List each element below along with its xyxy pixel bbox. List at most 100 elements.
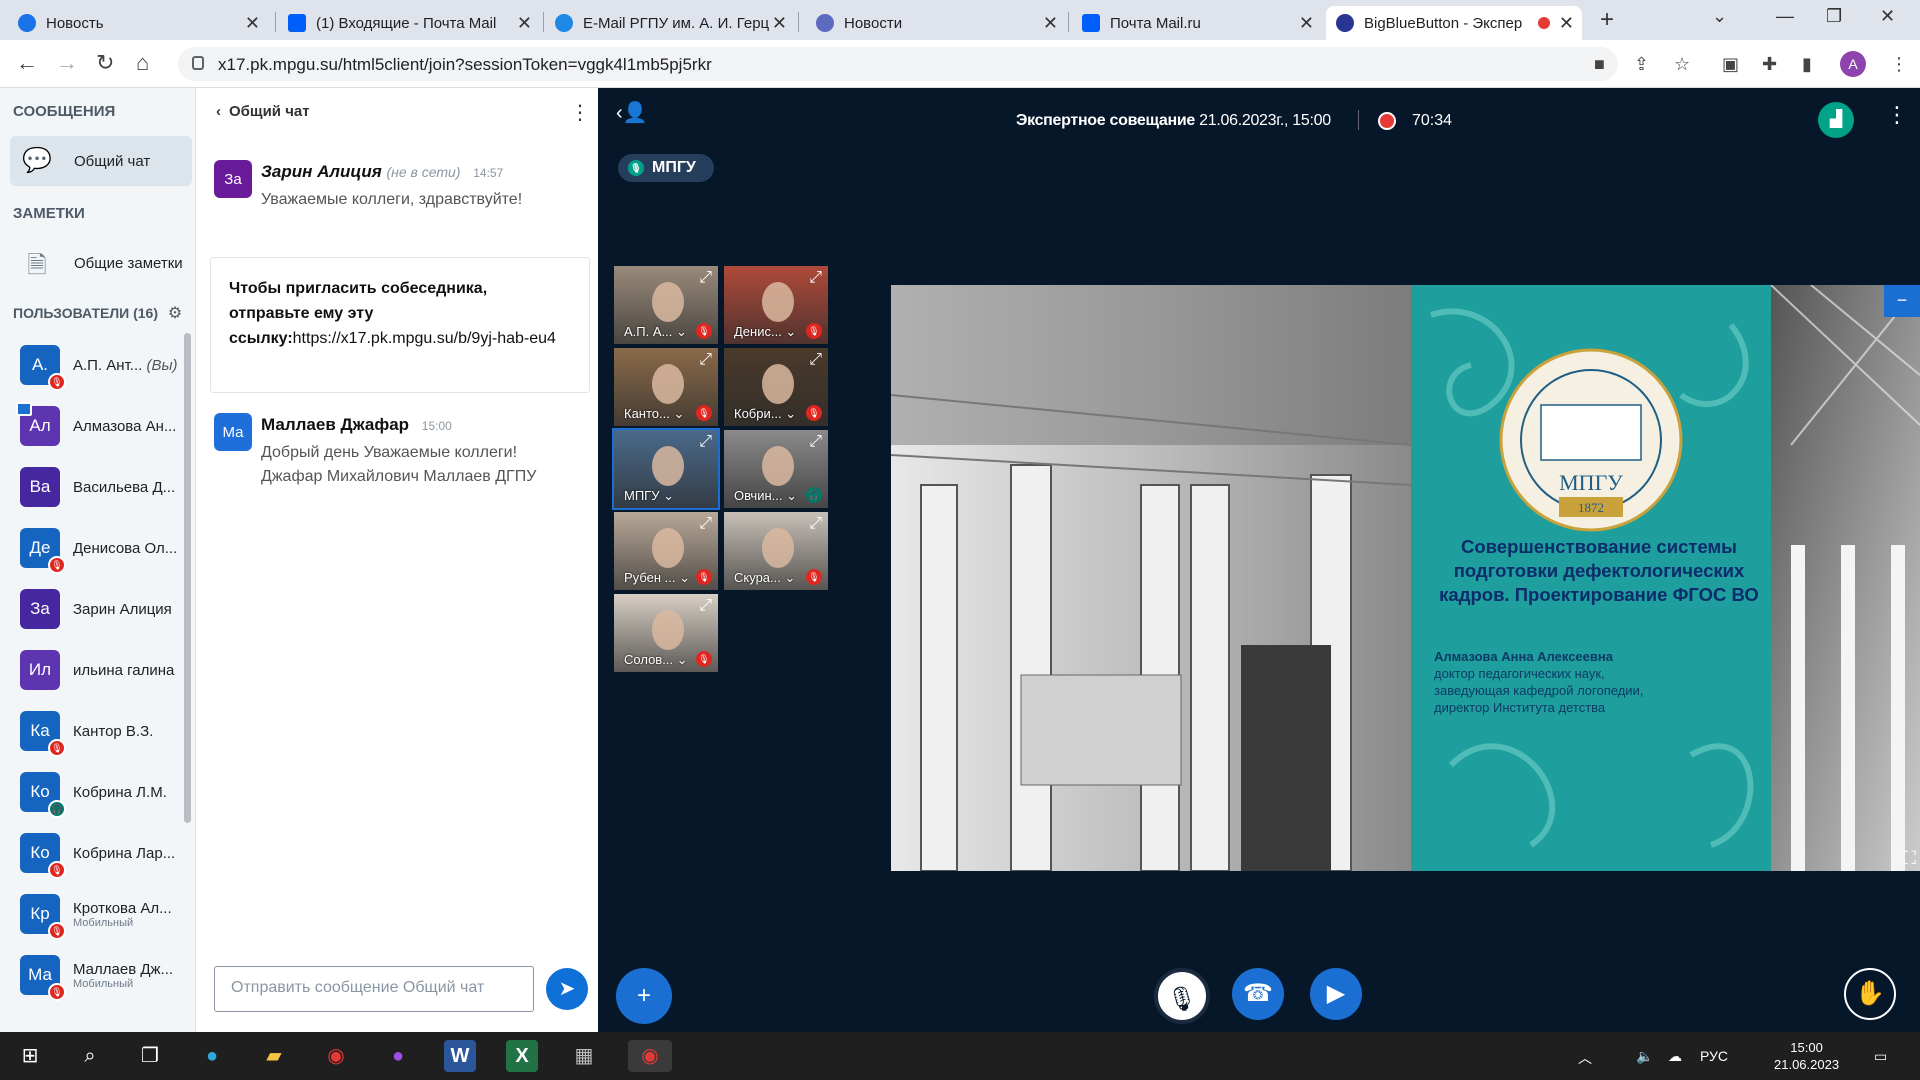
expand-icon[interactable]: ⤢ [699,515,712,533]
webcam-tile[interactable]: Солов... ⌄ ⤢ 🎙 [612,592,720,674]
meeting-options-icon[interactable]: ⋮ [1886,102,1908,128]
close-tab-icon[interactable]: ✕ [1299,13,1314,34]
webcam-tile[interactable]: Денис... ⌄ ⤢ 🎙 [722,264,830,346]
expand-icon[interactable]: ⤢ [809,351,822,369]
webcam-name-label[interactable]: Кобри... ⌄ [734,406,796,422]
language-indicator[interactable]: РУС [1700,1048,1728,1064]
home-icon[interactable]: ⌂ [136,50,149,76]
expand-icon[interactable]: ⤢ [809,515,822,533]
user-list-item[interactable]: Ил ильина галина [20,644,180,696]
puzzle-icon[interactable]: ✚ [1762,54,1777,75]
settings-gear-icon[interactable]: ⚙ [168,305,182,322]
user-list-scrollbar[interactable] [184,333,191,823]
webcam-tile[interactable]: Овчин... ⌄ ⤢ 🎧 [722,428,830,510]
user-list-item[interactable]: За Зарин Алиция [20,583,180,635]
sidepanel-icon[interactable]: ▮ [1802,54,1812,75]
chat-title[interactable]: ‹ Общий чат [216,103,310,120]
chrome-icon[interactable]: ◉ [320,1040,352,1072]
close-tab-icon[interactable]: ✕ [245,13,260,34]
public-chat-item[interactable]: 💬 Общий чат [10,136,192,186]
reload-icon[interactable]: ↻ [96,50,114,76]
webcam-name-label[interactable]: МПГУ ⌄ [624,488,674,504]
browser-tab[interactable]: E-Mail РГПУ им. А. И. Герц ✕ [545,6,795,40]
profile-avatar[interactable]: A [1840,51,1866,77]
user-list-item[interactable]: Де 🎙 Денисова Ол... [20,522,180,574]
camera-blocked-icon[interactable]: ■ [1594,54,1605,75]
close-window-icon[interactable]: ✕ [1880,6,1895,27]
toggle-userlist-icon[interactable]: ‹👤 [616,100,648,125]
send-button[interactable]: ➤ [546,968,588,1010]
browser-tab[interactable]: Новости ✕ [806,6,1066,40]
close-tab-icon[interactable]: ✕ [1043,13,1058,34]
user-list-item[interactable]: Ка 🎙 Кантор В.З. [20,705,180,757]
expand-icon[interactable]: ⤢ [699,351,712,369]
url-field[interactable]: x17.pk.mpgu.su/html5client/join?sessionT… [178,47,1618,81]
notifications-icon[interactable]: ▭ [1874,1048,1887,1065]
browser-menu-icon[interactable]: ⋮ [1890,54,1908,75]
browser-tab[interactable]: Новость ✕ [8,6,268,40]
new-tab-icon[interactable]: + [1600,6,1614,34]
expand-icon[interactable]: ⤢ [699,597,712,615]
windows-start-icon[interactable]: ⊞ [14,1040,46,1072]
browser-app-icon[interactable]: ● [382,1040,414,1072]
close-tab-icon[interactable]: ✕ [517,13,532,34]
close-tab-icon[interactable]: ✕ [1559,13,1574,34]
share-webcam-button[interactable]: ▶ [1310,968,1362,1020]
shared-notes-item[interactable]: 🗎 Общие заметки [10,238,192,288]
webcam-tile[interactable]: Рубен ... ⌄ ⤢ 🎙 [612,510,720,592]
webcam-tile[interactable]: Кобри... ⌄ ⤢ 🎙 [722,346,830,428]
task-view-icon[interactable]: ❐ [134,1040,166,1072]
chat-options-icon[interactable]: ⋮ [570,100,590,125]
calculator-icon[interactable]: ▦ [568,1040,600,1072]
webcam-name-label[interactable]: Овчин... ⌄ [734,488,797,504]
expand-icon[interactable]: ⤢ [699,269,712,287]
invite-link[interactable]: https://x17.pk.mpgu.su/b/9yj-hab-eu4 [293,330,556,347]
user-list-item[interactable]: А. 🎙 А.П. Ант... (Вы) [20,339,180,391]
forward-icon[interactable]: → [56,50,78,76]
bookmark-star-icon[interactable]: ☆ [1674,54,1690,75]
webcam-name-label[interactable]: Рубен ... ⌄ [624,570,690,586]
excel-icon[interactable]: X [506,1040,538,1072]
maximize-icon[interactable]: ❐ [1826,6,1842,27]
clock[interactable]: 15:00 21.06.2023 [1774,1039,1839,1073]
chevron-left-icon[interactable]: ‹ [216,103,221,120]
expand-icon[interactable]: ⤢ [809,269,822,287]
actions-button[interactable]: + [616,968,672,1024]
word-icon[interactable]: W [444,1040,476,1072]
unmute-button[interactable]: 🎙 [1154,968,1210,1024]
user-list-item[interactable]: Кр 🎙 Кроткова Ал... Мобильный [20,888,180,940]
close-tab-icon[interactable]: ✕ [772,13,787,34]
browser-tab-active[interactable]: BigBlueButton - Экспер ✕ [1326,6,1582,40]
user-list-item[interactable]: Ма 🎙 Маллаев Дж... Мобильный [20,949,180,1001]
raise-hand-button[interactable]: ✋ [1844,968,1896,1020]
webcam-name-label[interactable]: Солов... ⌄ [624,652,688,668]
recording-icon[interactable] [1378,112,1396,130]
webcam-tile[interactable]: А.П. А... ⌄ ⤢ 🎙 [612,264,720,346]
user-list-item[interactable]: Ко 🎧 Кобрина Л.М. [20,766,180,818]
webcam-name-label[interactable]: Скура... ⌄ [734,570,795,586]
file-explorer-icon[interactable]: ▰ [258,1040,290,1072]
extension-icon[interactable]: ▣ [1722,54,1739,75]
minimize-presentation-button[interactable]: − [1884,285,1920,317]
webcam-tile[interactable]: Скура... ⌄ ⤢ 🎙 [722,510,830,592]
expand-icon[interactable]: ⤢ [809,433,822,451]
browser-tab[interactable]: (1) Входящие - Почта Mail ✕ [278,6,540,40]
back-icon[interactable]: ← [16,50,38,76]
webcam-name-label[interactable]: А.П. А... ⌄ [624,324,687,340]
chat-input[interactable]: Отправить сообщение Общий чат [214,966,534,1012]
connection-status-icon[interactable]: ▟ [1818,102,1854,138]
expand-icon[interactable]: ⤢ [699,433,712,451]
leave-audio-button[interactable]: ☎ [1232,968,1284,1020]
fullscreen-presentation-icon[interactable]: ⛶ [1903,848,1916,869]
share-icon[interactable]: ⇪ [1634,54,1649,75]
webcam-name-label[interactable]: Денис... ⌄ [734,324,796,340]
user-list-item[interactable]: Ва Васильева Д... [20,461,180,513]
search-icon[interactable]: ⌕ [74,1040,106,1072]
webcam-tile[interactable]: Канто... ⌄ ⤢ 🎙 [612,346,720,428]
browser-tab[interactable]: Почта Mail.ru ✕ [1072,6,1322,40]
user-list-item[interactable]: Ал Алмазова Ан... [16,400,180,452]
webcam-name-label[interactable]: Канто... ⌄ [624,406,684,422]
tray-chevron-icon[interactable]: ︿ [1578,1048,1592,1068]
user-list-item[interactable]: Ко 🎙 Кобрина Лар... [20,827,180,879]
chrome-active-icon[interactable]: ◉ [628,1040,672,1072]
